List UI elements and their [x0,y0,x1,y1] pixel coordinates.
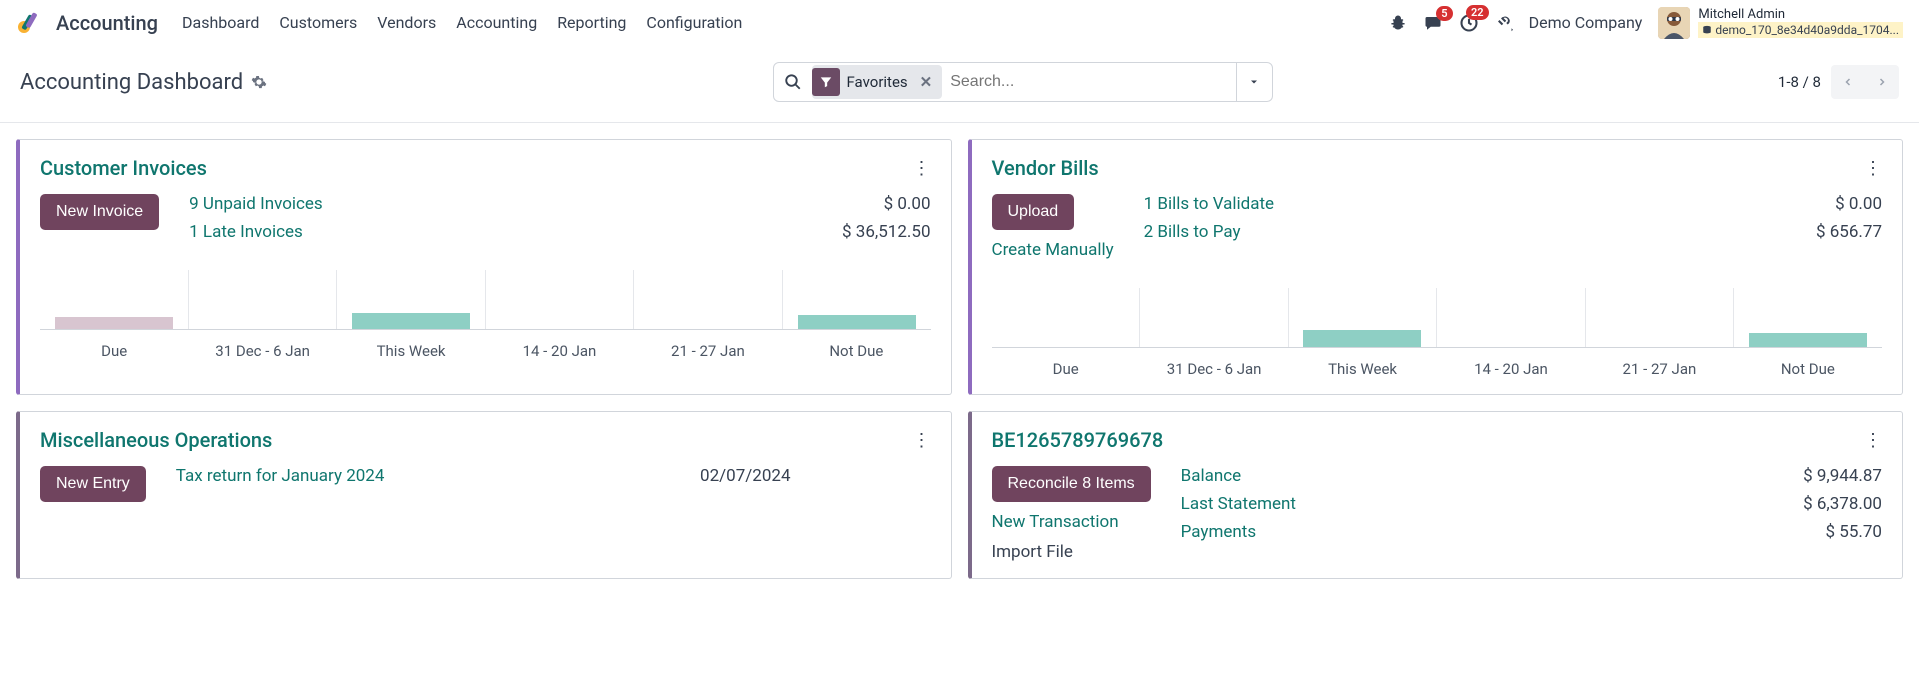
menu-dashboard[interactable]: Dashboard [182,13,259,32]
user-avatar-icon [1658,7,1690,39]
bar-this-week[interactable] [1303,330,1421,347]
bar-label: Not Due [1734,360,1882,378]
stat-bills-validate-value: $ 0.00 [1835,194,1882,214]
card-title[interactable]: Miscellaneous Operations [40,428,272,452]
menu-vendors[interactable]: Vendors [377,13,436,32]
activities-icon[interactable]: 22 [1459,13,1479,33]
stat-last-statement-value: $ 6,378.00 [1803,494,1882,514]
card-title[interactable]: BE1265789769678 [992,428,1164,452]
filter-chip-label: Favorites [841,73,914,91]
card-menu-icon[interactable]: ⋮ [1864,430,1882,451]
menu-accounting[interactable]: Accounting [456,13,537,32]
card-bank-account: BE1265789769678 ⋮ Reconcile 8 Items New … [968,411,1904,579]
stat-balance-label[interactable]: Balance [1181,466,1242,486]
app-name[interactable]: Accounting [56,11,158,35]
customer-invoices-chart: Due 31 Dec - 6 Jan This Week 14 - 20 Jan… [40,270,931,360]
new-transaction-link[interactable]: New Transaction [992,512,1119,532]
user-name: Mitchell Admin [1698,7,1903,22]
new-invoice-button[interactable]: New Invoice [40,194,159,230]
stat-unpaid-value: $ 0.00 [884,194,931,214]
nav-right: 5 22 Demo Company Mitchell Admin demo_17… [1389,7,1903,39]
stat-balance-value: $ 9,944.87 [1803,466,1882,486]
bar-not-due[interactable] [1749,333,1867,347]
pager-prev-button[interactable] [1831,65,1865,99]
activities-badge: 22 [1466,5,1489,20]
bar-label: This Week [1288,360,1436,378]
filter-chip-remove-icon[interactable]: ✕ [916,73,937,91]
dashboard-board: Customer Invoices ⋮ New Invoice 9 Unpaid… [0,123,1919,595]
filter-funnel-icon [812,68,840,96]
bar-label: 21 - 27 Jan [1585,360,1733,378]
bar-label: 21 - 27 Jan [634,342,782,360]
tax-return-link[interactable]: Tax return for January 2024 [176,466,385,486]
menu-customers[interactable]: Customers [279,13,357,32]
debug-icon[interactable] [1389,14,1407,32]
vendor-bills-chart: Due 31 Dec - 6 Jan This Week 14 - 20 Jan… [992,288,1883,378]
bar-label: Not Due [782,342,930,360]
stat-late-value: $ 36,512.50 [842,222,930,242]
menu-reporting[interactable]: Reporting [557,13,626,32]
filter-chip-favorites[interactable]: Favorites ✕ [812,65,943,99]
page-title: Accounting Dashboard [20,70,243,95]
card-vendor-bills: Vendor Bills ⋮ Upload Create Manually 1 … [968,139,1904,395]
card-title[interactable]: Vendor Bills [992,156,1099,180]
user-menu[interactable]: Mitchell Admin demo_170_8e34d40a9dda_170… [1658,7,1903,39]
user-info: Mitchell Admin demo_170_8e34d40a9dda_170… [1698,7,1903,38]
import-file-link[interactable]: Import File [992,542,1073,562]
bar-label: Due [40,342,188,360]
search-box: Favorites ✕ [773,62,1273,102]
card-misc-operations: Miscellaneous Operations ⋮ New Entry Tax… [16,411,952,579]
messages-icon[interactable]: 5 [1423,14,1443,32]
bar-label: 14 - 20 Jan [1437,360,1585,378]
bar-this-week[interactable] [352,313,470,329]
pager-next-button[interactable] [1865,65,1899,99]
bar-label: This Week [337,342,485,360]
pager: 1-8 / 8 [1778,65,1899,99]
card-customer-invoices: Customer Invoices ⋮ New Invoice 9 Unpaid… [16,139,952,395]
bar-label: Due [992,360,1140,378]
main-menu: Dashboard Customers Vendors Accounting R… [182,13,742,32]
reconcile-button[interactable]: Reconcile 8 Items [992,466,1151,502]
control-panel: Accounting Dashboard Favorites ✕ 1-8 / 8 [0,46,1919,123]
bar-due[interactable] [55,317,173,329]
app-logo-icon[interactable] [16,11,40,35]
bar-not-due[interactable] [798,315,916,329]
stat-bills-pay-value: $ 656.77 [1816,222,1882,242]
gear-icon[interactable] [251,74,267,90]
stat-bills-pay[interactable]: 2 Bills to Pay [1144,222,1241,242]
bar-label: 31 Dec - 6 Jan [1140,360,1288,378]
card-title[interactable]: Customer Invoices [40,156,207,180]
card-menu-icon[interactable]: ⋮ [913,430,931,451]
db-name: demo_170_8e34d40a9dda_1704... [1698,22,1903,38]
search-icon[interactable] [774,73,812,91]
create-manually-link[interactable]: Create Manually [992,240,1114,260]
stat-last-statement-label[interactable]: Last Statement [1181,494,1296,514]
card-menu-icon[interactable]: ⋮ [1864,158,1882,179]
search-wrap: Favorites ✕ [773,62,1273,102]
upload-button[interactable]: Upload [992,194,1075,230]
search-input[interactable] [942,73,1235,91]
breadcrumb: Accounting Dashboard [20,70,267,95]
stat-late-invoices[interactable]: 1 Late Invoices [189,222,303,242]
bar-label: 31 Dec - 6 Jan [188,342,336,360]
stat-payments-value: $ 55.70 [1826,522,1882,542]
top-nav: Accounting Dashboard Customers Vendors A… [0,0,1919,46]
new-entry-button[interactable]: New Entry [40,466,146,502]
stat-unpaid-invoices[interactable]: 9 Unpaid Invoices [189,194,323,214]
tools-icon[interactable] [1495,14,1513,32]
messages-badge: 5 [1436,6,1452,21]
menu-configuration[interactable]: Configuration [646,13,742,32]
stat-payments-label[interactable]: Payments [1181,522,1256,542]
pager-text[interactable]: 1-8 / 8 [1778,73,1821,91]
search-options-toggle[interactable] [1236,63,1272,101]
card-menu-icon[interactable]: ⋮ [913,158,931,179]
stat-bills-validate[interactable]: 1 Bills to Validate [1144,194,1274,214]
tax-return-date: 02/07/2024 [700,466,790,486]
bar-label: 14 - 20 Jan [485,342,633,360]
company-selector[interactable]: Demo Company [1529,13,1643,32]
